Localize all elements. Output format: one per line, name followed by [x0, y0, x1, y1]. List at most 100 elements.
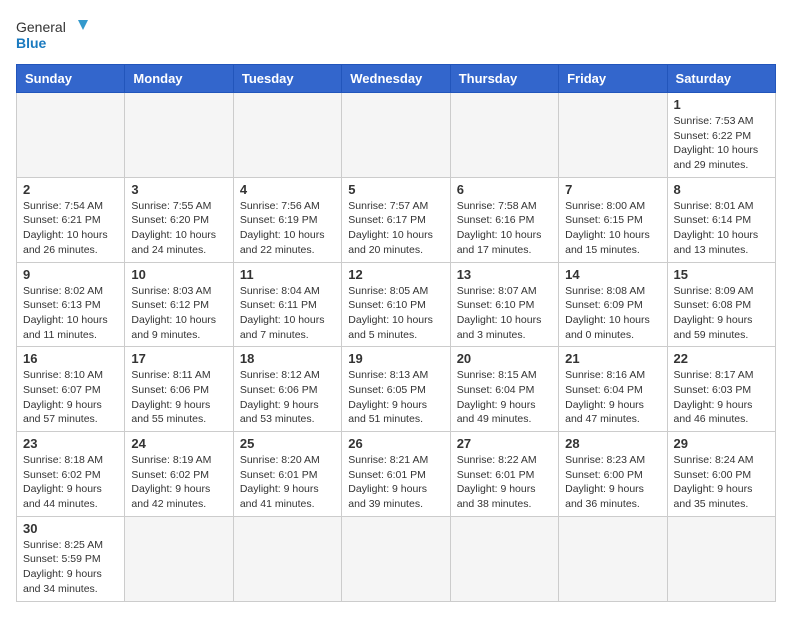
- calendar-cell: [125, 93, 233, 178]
- calendar-cell: 5 Sunrise: 7:57 AM Sunset: 6:17 PM Daylig…: [342, 177, 450, 262]
- day-number: 24: [131, 436, 226, 451]
- day-info: Sunrise: 8:18 AM Sunset: 6:02 PM Dayligh…: [23, 453, 118, 512]
- calendar-cell: [450, 516, 558, 601]
- day-number: 6: [457, 182, 552, 197]
- day-info: Sunrise: 8:15 AM Sunset: 6:04 PM Dayligh…: [457, 368, 552, 427]
- calendar-cell: 26 Sunrise: 8:21 AM Sunset: 6:01 PM Dayli…: [342, 432, 450, 517]
- day-number: 7: [565, 182, 660, 197]
- calendar-cell: 24 Sunrise: 8:19 AM Sunset: 6:02 PM Dayli…: [125, 432, 233, 517]
- day-number: 10: [131, 267, 226, 282]
- day-number: 29: [674, 436, 769, 451]
- day-number: 27: [457, 436, 552, 451]
- calendar-week-3: 9 Sunrise: 8:02 AM Sunset: 6:13 PM Daylig…: [17, 262, 776, 347]
- calendar-week-1: 1 Sunrise: 7:53 AM Sunset: 6:22 PM Daylig…: [17, 93, 776, 178]
- day-number: 3: [131, 182, 226, 197]
- day-number: 9: [23, 267, 118, 282]
- calendar-cell: 9 Sunrise: 8:02 AM Sunset: 6:13 PM Daylig…: [17, 262, 125, 347]
- calendar-cell: 30 Sunrise: 8:25 AM Sunset: 5:59 PM Dayli…: [17, 516, 125, 601]
- day-number: 12: [348, 267, 443, 282]
- day-info: Sunrise: 8:03 AM Sunset: 6:12 PM Dayligh…: [131, 284, 226, 343]
- day-info: Sunrise: 8:02 AM Sunset: 6:13 PM Dayligh…: [23, 284, 118, 343]
- day-number: 28: [565, 436, 660, 451]
- header-day-friday: Friday: [559, 65, 667, 93]
- day-number: 5: [348, 182, 443, 197]
- day-number: 2: [23, 182, 118, 197]
- day-number: 8: [674, 182, 769, 197]
- header-day-sunday: Sunday: [17, 65, 125, 93]
- day-info: Sunrise: 8:01 AM Sunset: 6:14 PM Dayligh…: [674, 199, 769, 258]
- day-number: 23: [23, 436, 118, 451]
- day-number: 25: [240, 436, 335, 451]
- calendar-cell: 14 Sunrise: 8:08 AM Sunset: 6:09 PM Dayli…: [559, 262, 667, 347]
- calendar-cell: [233, 93, 341, 178]
- day-info: Sunrise: 8:20 AM Sunset: 6:01 PM Dayligh…: [240, 453, 335, 512]
- day-number: 16: [23, 351, 118, 366]
- calendar-cell: 19Sunrise: 8:13 AM Sunset: 6:05 PM Dayli…: [342, 347, 450, 432]
- day-number: 11: [240, 267, 335, 282]
- day-info: Sunrise: 7:53 AM Sunset: 6:22 PM Dayligh…: [674, 114, 769, 173]
- day-number: 17: [131, 351, 226, 366]
- logo: GeneralBlue: [16, 16, 96, 56]
- calendar-cell: 18Sunrise: 8:12 AM Sunset: 6:06 PM Dayli…: [233, 347, 341, 432]
- calendar-cell: 6Sunrise: 7:58 AM Sunset: 6:16 PM Daylig…: [450, 177, 558, 262]
- day-info: Sunrise: 8:12 AM Sunset: 6:06 PM Dayligh…: [240, 368, 335, 427]
- day-info: Sunrise: 8:25 AM Sunset: 5:59 PM Dayligh…: [23, 538, 118, 597]
- calendar-cell: 1 Sunrise: 7:53 AM Sunset: 6:22 PM Daylig…: [667, 93, 775, 178]
- calendar-cell: [450, 93, 558, 178]
- day-number: 26: [348, 436, 443, 451]
- day-info: Sunrise: 8:09 AM Sunset: 6:08 PM Dayligh…: [674, 284, 769, 343]
- calendar-cell: [125, 516, 233, 601]
- calendar-table: SundayMondayTuesdayWednesdayThursdayFrid…: [16, 64, 776, 602]
- calendar-cell: [342, 516, 450, 601]
- day-info: Sunrise: 8:19 AM Sunset: 6:02 PM Dayligh…: [131, 453, 226, 512]
- calendar-cell: 27Sunrise: 8:22 AM Sunset: 6:01 PM Dayli…: [450, 432, 558, 517]
- day-number: 4: [240, 182, 335, 197]
- calendar-week-5: 23 Sunrise: 8:18 AM Sunset: 6:02 PM Dayli…: [17, 432, 776, 517]
- generalblue-icon: GeneralBlue: [16, 16, 96, 56]
- day-number: 30: [23, 521, 118, 536]
- calendar-cell: 28Sunrise: 8:23 AM Sunset: 6:00 PM Dayli…: [559, 432, 667, 517]
- day-info: Sunrise: 8:10 AM Sunset: 6:07 PM Dayligh…: [23, 368, 118, 427]
- header-day-saturday: Saturday: [667, 65, 775, 93]
- day-info: Sunrise: 8:00 AM Sunset: 6:15 PM Dayligh…: [565, 199, 660, 258]
- day-number: 14: [565, 267, 660, 282]
- calendar-cell: 7 Sunrise: 8:00 AM Sunset: 6:15 PM Daylig…: [559, 177, 667, 262]
- svg-text:General: General: [16, 19, 66, 35]
- day-info: Sunrise: 8:05 AM Sunset: 6:10 PM Dayligh…: [348, 284, 443, 343]
- day-info: Sunrise: 8:07 AM Sunset: 6:10 PM Dayligh…: [457, 284, 552, 343]
- day-number: 20: [457, 351, 552, 366]
- day-info: Sunrise: 8:13 AM Sunset: 6:05 PM Dayligh…: [348, 368, 443, 427]
- calendar-cell: 23 Sunrise: 8:18 AM Sunset: 6:02 PM Dayli…: [17, 432, 125, 517]
- calendar-week-2: 2Sunrise: 7:54 AM Sunset: 6:21 PM Daylig…: [17, 177, 776, 262]
- day-info: Sunrise: 8:21 AM Sunset: 6:01 PM Dayligh…: [348, 453, 443, 512]
- day-number: 13: [457, 267, 552, 282]
- calendar-cell: 13 Sunrise: 8:07 AM Sunset: 6:10 PM Dayli…: [450, 262, 558, 347]
- calendar-cell: 22Sunrise: 8:17 AM Sunset: 6:03 PM Dayli…: [667, 347, 775, 432]
- calendar-cell: 29 Sunrise: 8:24 AM Sunset: 6:00 PM Dayli…: [667, 432, 775, 517]
- calendar-cell: 15Sunrise: 8:09 AM Sunset: 6:08 PM Dayli…: [667, 262, 775, 347]
- calendar-cell: 25 Sunrise: 8:20 AM Sunset: 6:01 PM Dayli…: [233, 432, 341, 517]
- calendar-cell: [17, 93, 125, 178]
- calendar-cell: 16 Sunrise: 8:10 AM Sunset: 6:07 PM Dayli…: [17, 347, 125, 432]
- calendar-cell: 12 Sunrise: 8:05 AM Sunset: 6:10 PM Dayli…: [342, 262, 450, 347]
- calendar-cell: 10 Sunrise: 8:03 AM Sunset: 6:12 PM Dayli…: [125, 262, 233, 347]
- calendar-cell: 20 Sunrise: 8:15 AM Sunset: 6:04 PM Dayli…: [450, 347, 558, 432]
- day-info: Sunrise: 8:24 AM Sunset: 6:00 PM Dayligh…: [674, 453, 769, 512]
- day-info: Sunrise: 8:08 AM Sunset: 6:09 PM Dayligh…: [565, 284, 660, 343]
- calendar-cell: [559, 516, 667, 601]
- calendar-week-4: 16 Sunrise: 8:10 AM Sunset: 6:07 PM Dayli…: [17, 347, 776, 432]
- day-number: 21: [565, 351, 660, 366]
- day-number: 1: [674, 97, 769, 112]
- day-info: Sunrise: 8:04 AM Sunset: 6:11 PM Dayligh…: [240, 284, 335, 343]
- day-info: Sunrise: 8:16 AM Sunset: 6:04 PM Dayligh…: [565, 368, 660, 427]
- calendar-cell: [233, 516, 341, 601]
- calendar-cell: 8 Sunrise: 8:01 AM Sunset: 6:14 PM Daylig…: [667, 177, 775, 262]
- svg-text:Blue: Blue: [16, 35, 47, 51]
- calendar-cell: 2Sunrise: 7:54 AM Sunset: 6:21 PM Daylig…: [17, 177, 125, 262]
- day-number: 22: [674, 351, 769, 366]
- day-info: Sunrise: 7:57 AM Sunset: 6:17 PM Dayligh…: [348, 199, 443, 258]
- calendar-cell: [667, 516, 775, 601]
- calendar-cell: 3Sunrise: 7:55 AM Sunset: 6:20 PM Daylig…: [125, 177, 233, 262]
- calendar-cell: 21 Sunrise: 8:16 AM Sunset: 6:04 PM Dayli…: [559, 347, 667, 432]
- page-header: GeneralBlue: [16, 16, 776, 56]
